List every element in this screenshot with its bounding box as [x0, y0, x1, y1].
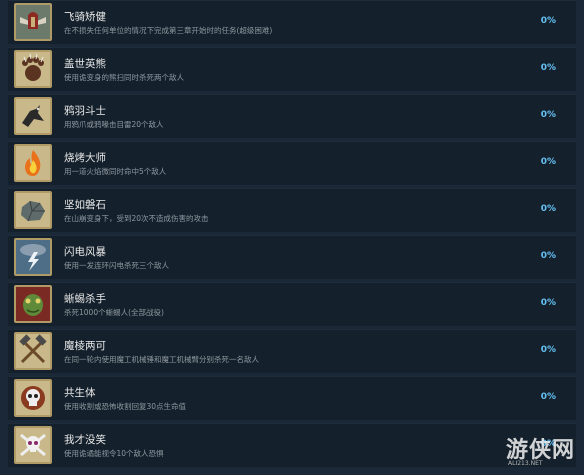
achievement-row[interactable]: 盖世英熊 使用诡变身的熊扫同时杀死两个敌人 0% [8, 47, 576, 91]
achievement-row[interactable]: 魔棱两可 在同一轮内使用魔工机械锤和魔工机械臂分别杀死一名敌人 0% [8, 329, 576, 373]
achievement-percent: 0% [540, 392, 556, 402]
achievement-row[interactable]: 我才没笑 使用诡谲能视令10个敌人恐惧 0% [8, 423, 576, 467]
achievement-title: 烧烤大师 [64, 152, 106, 164]
achievement-row[interactable]: 烧烤大师 用一道火焰微同时命中5个敌人 0% [8, 141, 576, 185]
achievement-description: 使用一发连环闪电杀死三个敌人 [64, 261, 169, 270]
achievement-description: 用一道火焰微同时命中5个敌人 [64, 167, 167, 176]
lightning-cloud-icon [14, 238, 52, 276]
achievement-title: 飞骑矫健 [64, 11, 106, 23]
achievement-title: 蜥蜴杀手 [64, 293, 106, 305]
lizard-head-icon [14, 285, 52, 323]
achievement-description: 杀死1000个蜥蜴人(全部战役) [64, 308, 164, 317]
achievement-description: 在同一轮内使用魔工机械锤和魔工机械臂分别杀死一名敌人 [64, 355, 259, 364]
site-watermark: 游侠网 ALI213.NET [500, 428, 580, 472]
achievement-percent: 0% [540, 251, 556, 261]
achievement-title: 闪电风暴 [64, 246, 106, 258]
rock-fist-icon [14, 191, 52, 229]
achievement-title: 鸦羽斗士 [64, 105, 106, 117]
achievement-description: 使用诡变身的熊扫同时杀死两个敌人 [64, 73, 184, 82]
achievement-list: 飞骑矫健 在不损失任何单位的情况下完成第三章开始时的任务(超级困难) 0% 盖世… [0, 0, 584, 475]
achievement-description: 使用收割或恐怖收割回复30点生命值 [64, 402, 187, 411]
achievement-percent: 0% [540, 345, 556, 355]
achievement-row[interactable]: 共生体 使用收割或恐怖收割回复30点生命值 0% [8, 376, 576, 420]
skull-orb-icon [14, 379, 52, 417]
achievement-description: 在不损失任何单位的情况下完成第三章开始时的任务(超级困难) [64, 26, 273, 35]
achievement-title: 共生体 [64, 387, 96, 399]
achievement-percent: 0% [540, 16, 556, 26]
crossed-hammers-icon [14, 332, 52, 370]
skull-crossbones-icon [14, 426, 52, 464]
achievement-row[interactable]: 闪电风暴 使用一发连环闪电杀死三个敌人 0% [8, 235, 576, 279]
achievement-row[interactable]: 坚如磐石 在山崩变身下，受到20次不造成伤害的攻击 0% [8, 188, 576, 232]
achievement-title: 坚如磐石 [64, 199, 106, 211]
achievement-percent: 0% [540, 110, 556, 120]
achievement-percent: 0% [540, 63, 556, 73]
achievement-description: 在山崩变身下，受到20次不造成伤害的攻击 [64, 214, 209, 223]
achievement-description: 使用诡谲能视令10个敌人恐惧 [64, 449, 164, 458]
achievement-title: 盖世英熊 [64, 58, 106, 70]
achievement-title: 我才没笑 [64, 434, 106, 446]
raven-icon [14, 97, 52, 135]
fire-icon [14, 144, 52, 182]
achievement-percent: 0% [540, 204, 556, 214]
watermark-subtext: ALI213.NET [508, 460, 543, 467]
achievement-percent: 0% [540, 298, 556, 308]
achievement-row[interactable]: 鸦羽斗士 用鸦爪或鸦喙击目雷20个敌人 0% [8, 94, 576, 138]
achievement-row[interactable]: 飞骑矫健 在不损失任何单位的情况下完成第三章开始时的任务(超级困难) 0% [8, 0, 576, 44]
achievement-row[interactable]: 蜥蜴杀手 杀死1000个蜥蜴人(全部战役) 0% [8, 282, 576, 326]
achievement-description: 用鸦爪或鸦喙击目雷20个敌人 [64, 120, 164, 129]
achievement-percent: 0% [540, 157, 556, 167]
winged-helmet-icon [14, 3, 52, 41]
achievement-title: 魔棱两可 [64, 340, 106, 352]
bear-paw-icon [14, 50, 52, 88]
